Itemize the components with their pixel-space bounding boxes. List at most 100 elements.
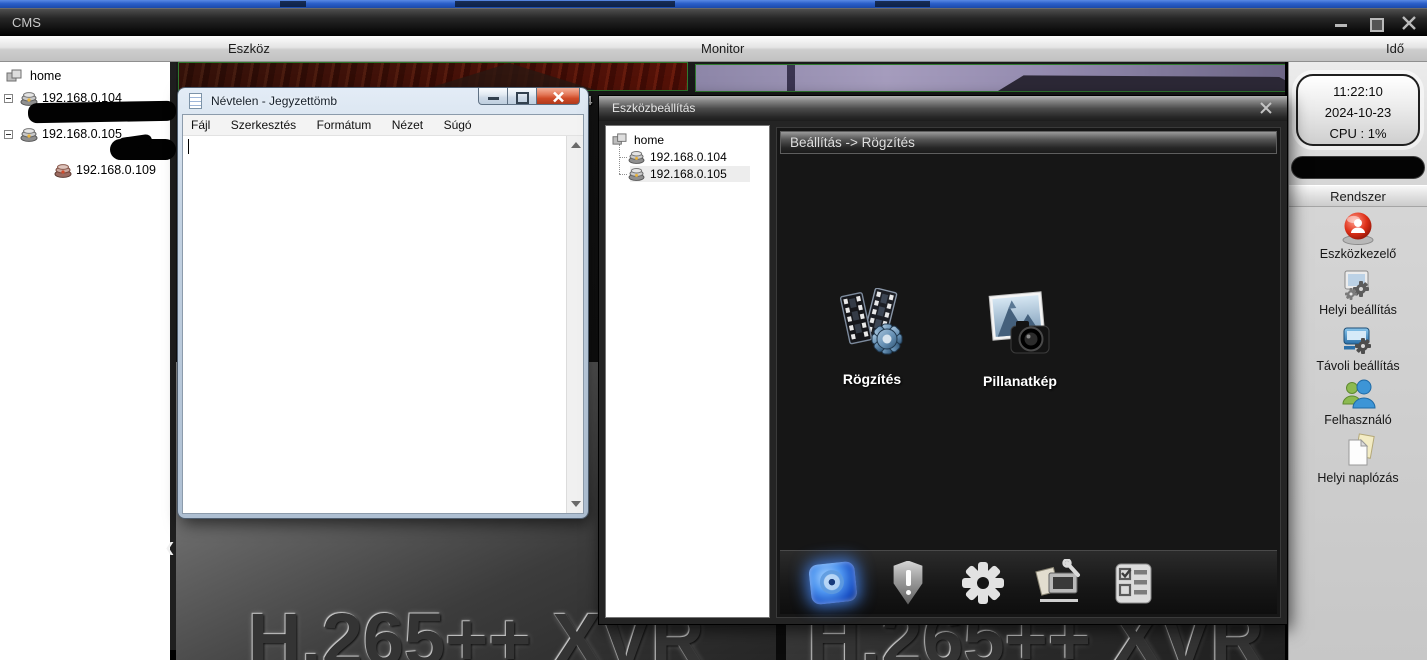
user-management-label: Felhasználó: [1324, 413, 1392, 427]
status-date: 2024-10-23: [1324, 105, 1392, 120]
device-icon: [20, 128, 38, 142]
collapse-node-icon[interactable]: [4, 130, 13, 139]
device-manager-button[interactable]: Eszközkezelő: [1289, 210, 1427, 261]
system-category-icon[interactable]: [958, 558, 1008, 608]
menu-file[interactable]: Fájl: [183, 115, 218, 132]
collapse-sidebar-icon[interactable]: ❮: [163, 540, 177, 558]
log-documents-icon: [1348, 433, 1375, 466]
record-settings-label: Rögzítés: [842, 371, 902, 387]
system-maintenance-icon: [1035, 558, 1080, 602]
dialog-category-bar: [780, 550, 1277, 614]
tree-node-label: home: [634, 133, 665, 147]
record-settings-item[interactable]: Rögzítés: [817, 287, 927, 387]
home-group-icon: [612, 133, 627, 145]
dialog-content-panel: Beállítás -> Rögzítés Rögzítés Pillanatk…: [776, 127, 1281, 618]
notepad-window: Névtelen - Jegyzettömb Fájl Szerkesztés …: [178, 88, 588, 518]
background-window-titlebar: [0, 0, 1427, 8]
users-icon: [1342, 379, 1376, 409]
dialog-titlebar[interactable]: Eszközbeállítás: [599, 96, 1287, 121]
notepad-client-area: Fájl Szerkesztés Formátum Nézet Súgó: [182, 114, 584, 514]
maximize-icon[interactable]: [508, 88, 536, 105]
tree-node-label: home: [30, 69, 62, 83]
video-channel-2[interactable]: [695, 64, 1285, 92]
breadcrumb: Beállítás -> Rögzítés: [790, 135, 915, 150]
app-title: CMS: [12, 15, 41, 30]
text-cursor: [188, 139, 189, 154]
remote-settings-label: Távoli beállítás: [1316, 359, 1400, 373]
snapshot-settings-item[interactable]: Pillanatkép: [965, 290, 1075, 389]
maximize-icon[interactable]: [1367, 16, 1384, 32]
info-category-icon[interactable]: [1108, 558, 1158, 608]
tree-connector: [619, 157, 627, 158]
window-controls: [1333, 16, 1417, 32]
dialog-title: Eszközbeállítás: [612, 101, 696, 115]
record-film-gear-icon: [839, 287, 903, 355]
remote-settings-icon: [1343, 327, 1371, 354]
notepad-text-area[interactable]: [183, 136, 583, 513]
dialog-device-tree: home 192.168.0.104 192.168.0.105: [605, 125, 770, 618]
menu-view[interactable]: Nézet: [384, 115, 431, 132]
collapse-node-icon[interactable]: [4, 94, 13, 103]
status-cpu: CPU : 1%: [1329, 126, 1387, 141]
background-window-artifact: [875, 1, 930, 7]
close-icon[interactable]: [536, 88, 580, 105]
alarm-category-icon[interactable]: [883, 558, 933, 608]
device-settings-dialog: Eszközbeállítás home 192.168.0.104 192.1…: [598, 95, 1288, 625]
local-log-button[interactable]: Helyi naplózás: [1289, 432, 1427, 485]
cms-application-window: CMS Eszköz Monitor Idő home 192.168.0.10…: [0, 0, 1427, 660]
minimize-icon[interactable]: [1333, 16, 1349, 30]
maintenance-category-icon[interactable]: [1033, 558, 1083, 608]
redacted-camera-name: [27, 100, 177, 124]
tree-connector: [619, 144, 620, 174]
device-icon: [628, 151, 645, 164]
scroll-down-icon[interactable]: [571, 501, 581, 507]
status-time: 11:22:10: [1333, 84, 1383, 99]
menu-edit[interactable]: Szerkesztés: [223, 115, 304, 132]
close-icon[interactable]: [1401, 16, 1417, 30]
tab-device[interactable]: Eszköz: [228, 41, 270, 56]
status-clock-panel: 11:22:10 2024-10-23 CPU : 1%: [1296, 74, 1420, 146]
main-tabbar: Eszköz Monitor Idő: [0, 36, 1427, 62]
system-sidebar: 11:22:10 2024-10-23 CPU : 1% Rendszer Es…: [1288, 62, 1427, 660]
shield-exclamation-icon: [893, 560, 923, 605]
device-tree-sidebar: home 192.168.0.104 192.168.0.105 192.168…: [0, 62, 177, 660]
video-channel-1[interactable]: [178, 62, 688, 91]
tab-monitor[interactable]: Monitor: [701, 41, 744, 56]
tree-node-label: 192.168.0.105: [650, 167, 727, 181]
notepad-titlebar[interactable]: Névtelen - Jegyzettömb: [178, 88, 588, 114]
local-settings-icon: [1344, 270, 1369, 300]
video-content: [787, 65, 796, 91]
tree-connector: [619, 174, 627, 175]
tree-node-label: 192.168.0.109: [76, 163, 156, 177]
snapshot-camera-icon: [988, 291, 1050, 354]
close-icon[interactable]: [1259, 101, 1273, 115]
dialog-breadcrumb-header: Beállítás -> Rögzítés: [780, 131, 1277, 154]
device-offline-icon: [54, 164, 72, 178]
scrollbar[interactable]: [566, 136, 583, 513]
system-section-header: Rendszer: [1289, 185, 1427, 207]
user-management-button[interactable]: Felhasználó: [1289, 376, 1427, 427]
menu-format[interactable]: Formátum: [309, 115, 380, 132]
local-log-label: Helyi naplózás: [1317, 471, 1399, 485]
tree-node-label: 192.168.0.104: [650, 150, 727, 164]
tab-time[interactable]: Idő: [1386, 41, 1404, 56]
record-category-icon[interactable]: [808, 558, 858, 608]
device-manager-label: Eszközkezelő: [1319, 247, 1397, 261]
notepad-menubar: Fájl Szerkesztés Formátum Nézet Súgó: [183, 115, 583, 136]
video-content: [997, 75, 1285, 91]
blue-disk-icon: [808, 560, 858, 605]
minimize-icon[interactable]: [478, 88, 508, 105]
device-icon: [628, 168, 645, 181]
tree-node-label: 192.168.0.105: [42, 127, 122, 141]
snapshot-settings-label: Pillanatkép: [983, 373, 1057, 389]
scroll-up-icon[interactable]: [571, 142, 581, 148]
device-manager-icon: [1342, 212, 1374, 245]
remote-settings-button[interactable]: Távoli beállítás: [1289, 322, 1427, 373]
local-settings-button[interactable]: Helyi beállítás: [1289, 266, 1427, 317]
local-settings-label: Helyi beállítás: [1319, 303, 1397, 317]
cms-titlebar: CMS: [0, 8, 1427, 36]
notepad-title: Névtelen - Jegyzettömb: [211, 94, 338, 108]
menu-help[interactable]: Súgó: [436, 115, 480, 132]
gear-icon: [962, 561, 1004, 604]
notepad-window-controls: [478, 88, 580, 105]
